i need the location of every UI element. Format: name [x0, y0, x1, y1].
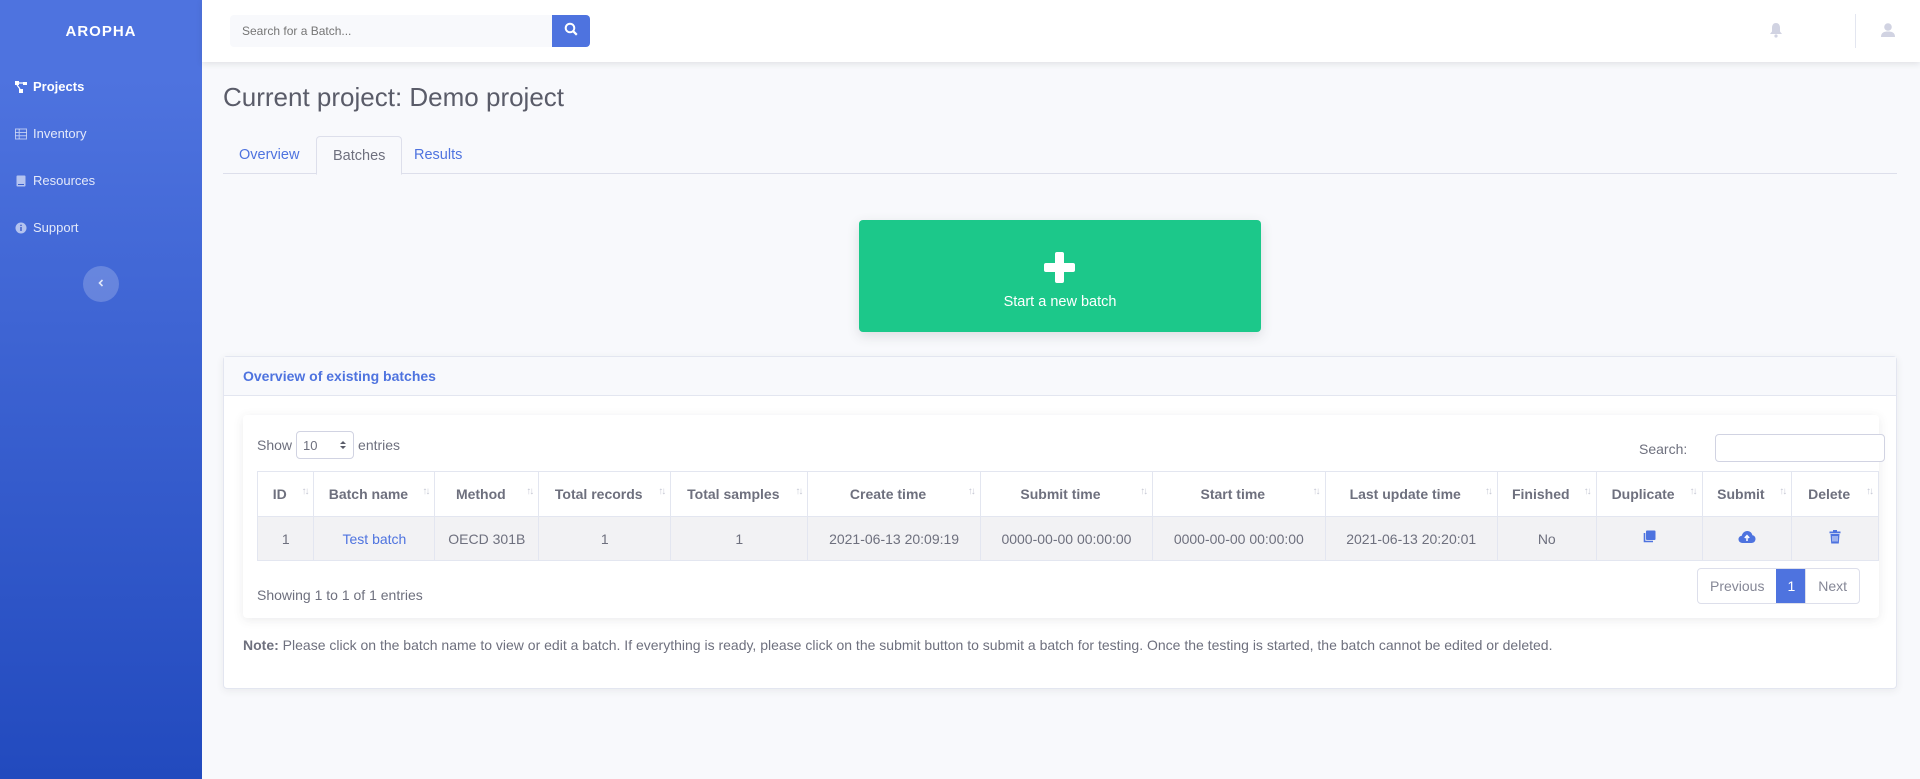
batch-note: Note: Please click on the batch name to …	[243, 637, 1552, 653]
sort-icon: ↑↓	[967, 486, 976, 497]
sidebar-item-label: Resources	[33, 173, 96, 188]
cell-method: OECD 301B	[434, 516, 540, 561]
card-header: Overview of existing batches	[224, 357, 1896, 396]
user-icon[interactable]	[1880, 22, 1898, 40]
column-header-submit[interactable]: Submit ↑↓	[1701, 471, 1793, 517]
previous-page-button[interactable]: Previous	[1698, 569, 1776, 603]
column-header-last-update-time[interactable]: Last update time ↑↓	[1324, 471, 1498, 517]
sidebar-item-label: Projects	[33, 79, 85, 94]
sort-icon: ↑↓	[526, 486, 534, 497]
table-icon	[14, 127, 27, 140]
column-header-batch-name[interactable]: Batch name ↑↓	[313, 471, 436, 517]
note-text: Please click on the batch name to view o…	[278, 637, 1553, 653]
cell-id: 1	[256, 516, 315, 561]
tab-overview[interactable]: Overview	[223, 136, 315, 174]
column-header-total-samples[interactable]: Total samples ↑↓	[670, 471, 809, 517]
chevron-left-icon	[96, 275, 106, 293]
column-header-method[interactable]: Method ↑↓	[434, 471, 540, 517]
project-diagram-icon	[14, 80, 27, 93]
column-header-id[interactable]: ID ↑↓	[256, 471, 315, 517]
entries-select-value: 10	[303, 437, 318, 453]
batches-card: Overview of existing batches Show 10 ent…	[223, 356, 1897, 689]
search-icon	[564, 22, 578, 41]
sort-icon: ↑↓	[658, 486, 666, 497]
sidebar-item-label: Support	[33, 220, 79, 235]
sort-icon: ↑↓	[1484, 486, 1493, 497]
sort-icon: ↑↓	[301, 486, 309, 497]
column-header-duplicate[interactable]: Duplicate ↑↓	[1595, 471, 1703, 517]
table-search-input[interactable]	[1715, 434, 1885, 462]
sort-arrows-icon	[339, 438, 347, 453]
table-search-label: Search:	[1639, 441, 1688, 457]
entries-length-control: Show 10 entries	[257, 431, 400, 459]
cell-submit	[1701, 516, 1793, 561]
sidebar-item-inventory[interactable]: Inventory	[14, 126, 86, 141]
info-circle-icon	[14, 221, 27, 234]
batch-name-link[interactable]: Test batch	[343, 531, 407, 547]
duplicate-icon[interactable]	[1642, 530, 1656, 544]
cell-start-time: 0000-00-00 00:00:00	[1152, 516, 1326, 561]
batches-table: ID ↑↓ Batch name ↑↓ Method ↑↓ Total records…	[256, 471, 1879, 561]
tab-bar: Overview Batches Results	[223, 136, 1897, 175]
entries-select[interactable]: 10	[296, 431, 355, 459]
cell-submit-time: 0000-00-00 00:00:00	[979, 516, 1154, 561]
cell-batch-name: Test batch	[313, 516, 436, 561]
sort-icon: ↑↓	[1583, 486, 1592, 497]
cell-finished: No	[1496, 516, 1597, 561]
show-label: Show	[257, 437, 293, 453]
tab-batches[interactable]: Batches	[316, 136, 403, 175]
topbar-divider	[1855, 14, 1856, 48]
sidebar-toggle-button[interactable]	[83, 266, 119, 302]
datatable-wrapper: Show 10 entries Search: ID ↑↓ Batch name ↑…	[243, 415, 1885, 618]
column-header-start-time[interactable]: Start time ↑↓	[1152, 471, 1326, 517]
sort-icon: ↑↓	[795, 486, 803, 497]
start-new-batch-label: Start a new batch	[1003, 294, 1117, 310]
column-header-finished[interactable]: Finished ↑↓	[1496, 471, 1597, 517]
trash-icon[interactable]	[1829, 530, 1841, 544]
page-1-button[interactable]: 1	[1776, 569, 1807, 603]
book-icon	[14, 174, 27, 187]
cell-delete	[1791, 516, 1879, 561]
note-label: Note:	[243, 637, 279, 653]
sidebar-item-support[interactable]: Support	[14, 220, 79, 235]
sort-icon: ↑↓	[1689, 486, 1698, 497]
entries-label: entries	[358, 437, 401, 453]
cell-last-update-time: 2021-06-13 20:20:01	[1324, 516, 1498, 561]
cloud-upload-icon[interactable]	[1738, 530, 1756, 544]
brand-logo[interactable]: AROPHA	[0, 0, 202, 62]
sort-icon: ↑↓	[1779, 486, 1787, 497]
cell-create-time: 2021-06-13 20:09:19	[807, 516, 981, 561]
sort-icon: ↑↓	[422, 486, 430, 497]
cell-duplicate	[1595, 516, 1703, 561]
column-header-total-records[interactable]: Total records ↑↓	[538, 471, 672, 517]
topbar	[202, 0, 1920, 62]
cell-total-samples: 1	[670, 516, 809, 561]
table-row: 1 Test batch OECD 301B 1 1 2021-06-13 20…	[256, 516, 1879, 561]
table-header-row: ID ↑↓ Batch name ↑↓ Method ↑↓ Total records…	[256, 471, 1879, 517]
column-header-create-time[interactable]: Create time ↑↓	[807, 471, 981, 517]
pagination: Previous 1 Next	[1697, 568, 1861, 604]
sort-icon: ↑↓	[1312, 486, 1321, 497]
column-header-delete[interactable]: Delete ↑↓	[1791, 471, 1879, 517]
topbar-search	[230, 15, 590, 47]
bell-icon[interactable]	[1769, 22, 1787, 40]
sort-icon: ↑↓	[1866, 486, 1874, 497]
sidebar: AROPHA Projects Inventory Resources Supp…	[0, 0, 202, 779]
sidebar-item-label: Inventory	[33, 126, 87, 141]
plus-icon	[1044, 252, 1075, 283]
table-info: Showing 1 to 1 of 1 entries	[257, 587, 423, 603]
sort-icon: ↑↓	[1140, 486, 1148, 497]
sidebar-item-projects[interactable]: Projects	[14, 79, 84, 94]
page-title: Current project: Demo project	[223, 82, 565, 112]
batch-search-input[interactable]	[230, 15, 552, 47]
cell-total-records: 1	[538, 516, 672, 561]
tab-results[interactable]: Results	[398, 136, 478, 174]
sidebar-item-resources[interactable]: Resources	[14, 173, 95, 188]
column-header-submit-time[interactable]: Submit time ↑↓	[979, 471, 1154, 517]
search-button[interactable]	[552, 15, 590, 47]
start-new-batch-button[interactable]: Start a new batch	[859, 220, 1261, 332]
next-page-button[interactable]: Next	[1806, 569, 1859, 603]
